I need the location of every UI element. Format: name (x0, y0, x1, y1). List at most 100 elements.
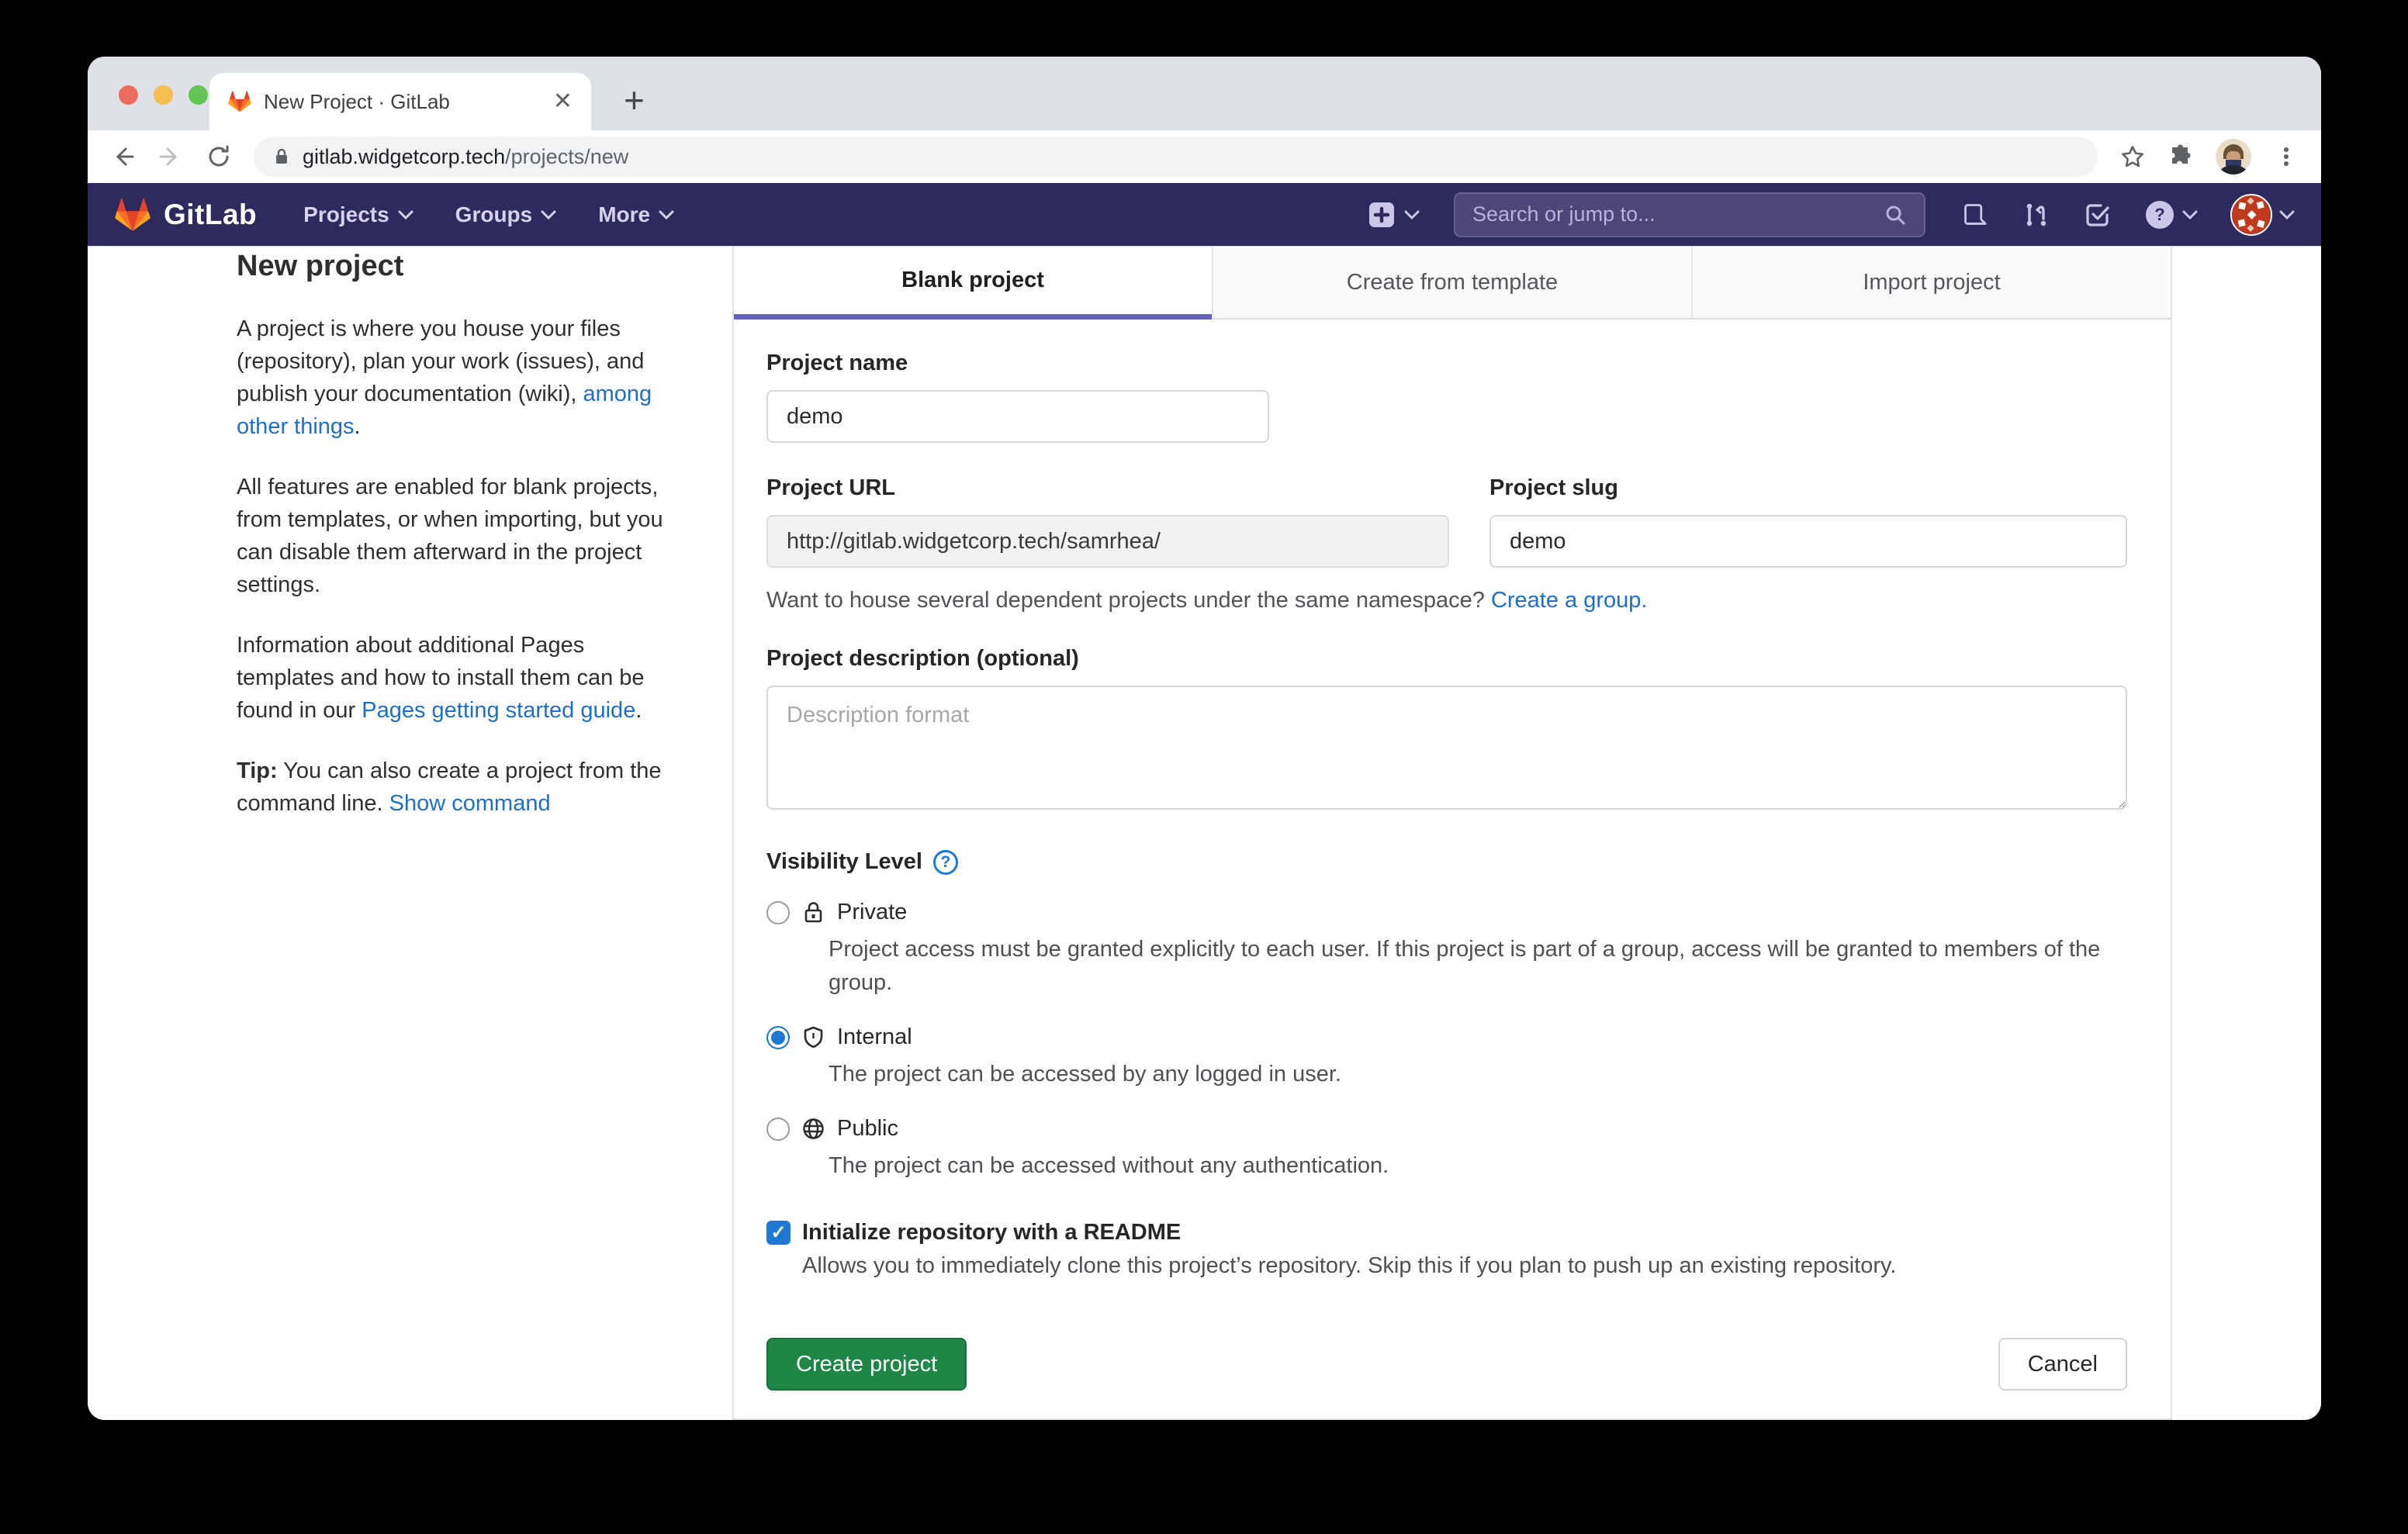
gitlab-tanuki-icon (114, 197, 151, 233)
nav-menu-label: More (598, 202, 650, 227)
visibility-option-private: Private Project access must be granted e… (766, 900, 2127, 1000)
plus-square-icon (1367, 200, 1396, 230)
gitlab-logo[interactable]: GitLab (114, 197, 257, 233)
tab-close-icon[interactable]: ✕ (553, 90, 573, 113)
url-host: gitlab.widgetcorp.tech (303, 145, 505, 168)
sidebar-tip: Tip: You can also create a project from … (237, 755, 687, 820)
todos-icon[interactable] (2084, 201, 2112, 229)
project-slug-label: Project slug (1489, 475, 2127, 501)
sidebar-paragraph: All features are enabled for blank proje… (237, 471, 687, 601)
search-placeholder: Search or jump to... (1472, 202, 1874, 226)
project-url-label: Project URL (766, 475, 1449, 501)
browser-menu-kebab-icon[interactable] (2273, 143, 2299, 170)
browser-window: New Project · GitLab ✕ + (88, 57, 2321, 1420)
new-project-panel: Blank project Create from template Impor… (732, 247, 2172, 1420)
nav-menu-groups[interactable]: Groups (455, 202, 557, 227)
svg-text:?: ? (2154, 205, 2164, 224)
gitlab-wordmark: GitLab (164, 199, 257, 231)
project-name-label: Project name (766, 351, 2127, 376)
project-name-input[interactable] (766, 390, 1269, 443)
search-input[interactable]: Search or jump to... (1454, 192, 1925, 237)
bookmark-star-icon[interactable] (2119, 143, 2146, 170)
project-description-textarea[interactable] (766, 686, 2127, 810)
lock-icon (801, 900, 825, 924)
private-option-desc: Project access must be granted explicitl… (829, 933, 2127, 1000)
chevron-down-icon (541, 210, 556, 219)
chevron-down-icon (398, 210, 413, 219)
gitlab-favicon-icon (228, 90, 251, 113)
maximize-window-button[interactable] (189, 85, 208, 105)
pages-guide-link[interactable]: Pages getting started guide (362, 698, 635, 723)
internal-option-desc: The project can be accessed by any logge… (829, 1058, 2127, 1091)
tab-import-project[interactable]: Import project (1691, 247, 2171, 320)
help-menu[interactable]: ? (2144, 199, 2198, 230)
sidebar-help-column: New project A project is where you house… (237, 250, 687, 848)
help-icon: ? (2144, 199, 2175, 230)
user-menu[interactable] (2230, 194, 2295, 236)
back-icon[interactable] (109, 143, 136, 170)
browser-toolbar: gitlab.widgetcorp.tech/projects/new (88, 130, 2321, 183)
create-group-link[interactable]: Create a group. (1491, 588, 1648, 613)
private-option-label[interactable]: Private (837, 900, 907, 925)
browser-tab-strip: New Project · GitLab ✕ + (88, 57, 2321, 130)
show-command-link[interactable]: Show command (389, 791, 551, 816)
sidebar-paragraph: Information about additional Pages templ… (237, 629, 687, 727)
chevron-down-icon (2182, 210, 2198, 219)
url-text: gitlab.widgetcorp.tech/projects/new (303, 145, 628, 169)
create-project-button[interactable]: Create project (766, 1338, 967, 1391)
nav-menu-label: Groups (455, 202, 533, 227)
browser-profile-avatar[interactable] (2216, 139, 2251, 174)
internal-option-label[interactable]: Internal (837, 1024, 912, 1050)
tab-title: New Project · GitLab (264, 90, 541, 114)
tab-create-from-template[interactable]: Create from template (1212, 247, 1691, 320)
visibility-help-icon[interactable]: ? (933, 850, 958, 875)
visibility-level-label: Visibility Level (766, 849, 922, 875)
visibility-option-public: Public The project can be accessed witho… (766, 1116, 2127, 1183)
page-title: New project (237, 250, 687, 283)
window-controls (119, 85, 208, 105)
extensions-puzzle-icon[interactable] (2168, 143, 2194, 170)
merge-requests-icon[interactable] (2022, 200, 2051, 230)
readme-label[interactable]: Initialize repository with a README (802, 1220, 1181, 1246)
blank-project-form: Project name Project URL Project slug Wa… (734, 320, 2171, 1418)
url-bar[interactable]: gitlab.widgetcorp.tech/projects/new (254, 136, 2098, 177)
nav-icon-row: ? (1961, 194, 2295, 236)
gitlab-navbar: GitLab Projects Groups More (88, 183, 2321, 246)
forward-icon[interactable] (157, 143, 184, 170)
lock-icon (272, 147, 291, 166)
globe-icon (801, 1117, 825, 1141)
browser-tab[interactable]: New Project · GitLab ✕ (209, 73, 591, 130)
readme-checkbox[interactable]: ✓ (766, 1221, 791, 1245)
url-path: /projects/new (505, 145, 628, 168)
project-url-input[interactable] (766, 515, 1449, 568)
chevron-down-icon (1404, 210, 1420, 219)
chevron-down-icon (659, 210, 674, 219)
readme-option: ✓ Initialize repository with a README Al… (766, 1220, 2127, 1279)
namespace-hint: Want to house several dependent projects… (766, 588, 2127, 613)
public-option-label[interactable]: Public (837, 1116, 898, 1142)
nav-menu-more[interactable]: More (598, 202, 674, 227)
nav-menu-projects[interactable]: Projects (303, 202, 413, 227)
page-content: New project A project is where you house… (88, 246, 2321, 1420)
issues-icon[interactable] (1961, 201, 1989, 229)
shield-icon (801, 1025, 825, 1049)
project-description-label: Project description (optional) (766, 646, 2127, 672)
nav-menu-label: Projects (303, 202, 389, 227)
cancel-button[interactable]: Cancel (1998, 1338, 2127, 1391)
reload-icon[interactable] (206, 143, 232, 170)
visibility-option-internal: Internal The project can be accessed by … (766, 1024, 2127, 1091)
minimize-window-button[interactable] (154, 85, 173, 105)
private-radio[interactable] (766, 901, 790, 924)
internal-radio[interactable] (766, 1026, 790, 1049)
readme-desc: Allows you to immediately clone this pro… (802, 1253, 2127, 1279)
project-slug-input[interactable] (1489, 515, 2127, 568)
new-tab-button[interactable]: + (624, 82, 645, 118)
public-option-desc: The project can be accessed without any … (829, 1149, 2127, 1183)
tab-blank-project[interactable]: Blank project (734, 247, 1212, 320)
project-tabs: Blank project Create from template Impor… (734, 247, 2171, 320)
new-menu-button[interactable] (1367, 200, 1420, 230)
public-radio[interactable] (766, 1118, 790, 1141)
user-avatar (2230, 194, 2272, 236)
close-window-button[interactable] (119, 85, 138, 105)
chevron-down-icon (2279, 210, 2295, 219)
